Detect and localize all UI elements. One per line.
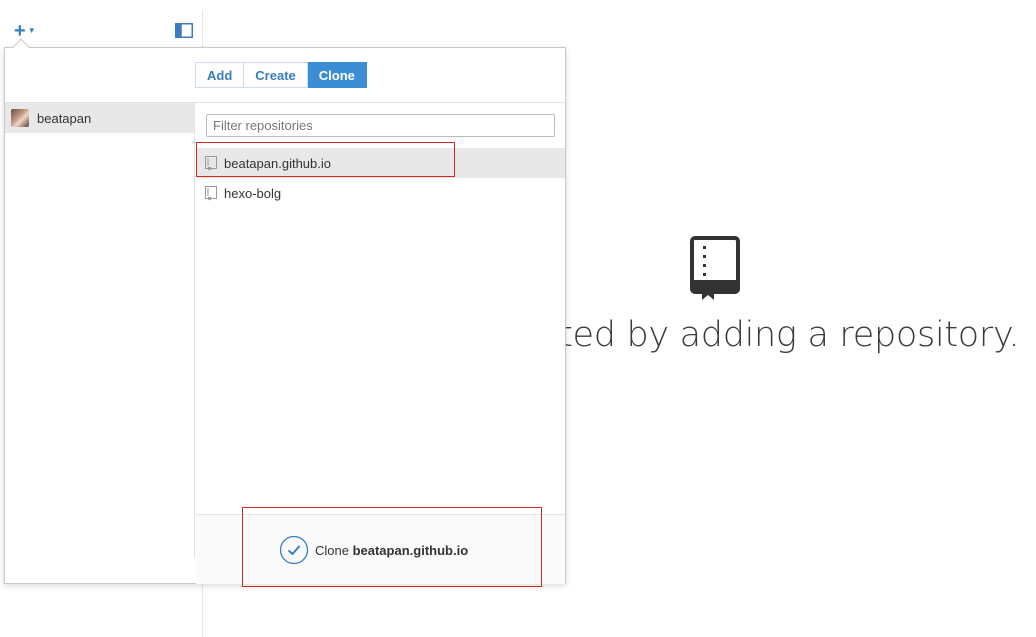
- repo-label: hexo-bolg: [224, 185, 282, 201]
- tab-create[interactable]: Create: [244, 62, 308, 88]
- clone-footer: Clone beatapan.github.io: [196, 514, 565, 584]
- account-item[interactable]: beatapan: [5, 103, 194, 133]
- popover-tabs: Add Create Clone: [195, 62, 367, 88]
- add-repository-popover: Add Create Clone beatapan beatapan.githu…: [4, 47, 566, 584]
- repo-label: beatapan.github.io: [224, 155, 331, 171]
- tab-add[interactable]: Add: [195, 62, 245, 88]
- app-window: + ▼ rted by adding a repository. Add Cre…: [0, 0, 1036, 637]
- clone-target: beatapan.github.io: [352, 542, 469, 558]
- repo-item[interactable]: hexo-bolg: [196, 178, 565, 208]
- plus-icon: +: [14, 20, 26, 42]
- empty-state-message: rted by adding a repository.: [545, 315, 1020, 355]
- repo-icon: [205, 185, 217, 200]
- clone-button[interactable]: Clone beatapan.github.io: [279, 535, 468, 565]
- tab-clone[interactable]: Clone: [307, 62, 367, 88]
- chevron-down-icon: ▼: [27, 25, 36, 35]
- add-repository-button[interactable]: + ▼: [14, 20, 42, 42]
- sidebar-toggle-icon[interactable]: [175, 23, 193, 38]
- filter-repositories-input[interactable]: [206, 114, 555, 137]
- repo-item[interactable]: beatapan.github.io: [196, 148, 565, 178]
- checkmark-circle-icon: [279, 535, 309, 565]
- avatar: [11, 109, 29, 127]
- repo-icon: [205, 155, 217, 170]
- accounts-list: beatapan: [5, 103, 195, 558]
- clone-prefix: Clone: [315, 542, 353, 558]
- repository-icon: [690, 236, 740, 300]
- account-label: beatapan: [37, 110, 92, 126]
- repository-list: beatapan.github.io hexo-bolg: [196, 148, 565, 208]
- clone-label: Clone beatapan.github.io: [315, 543, 468, 558]
